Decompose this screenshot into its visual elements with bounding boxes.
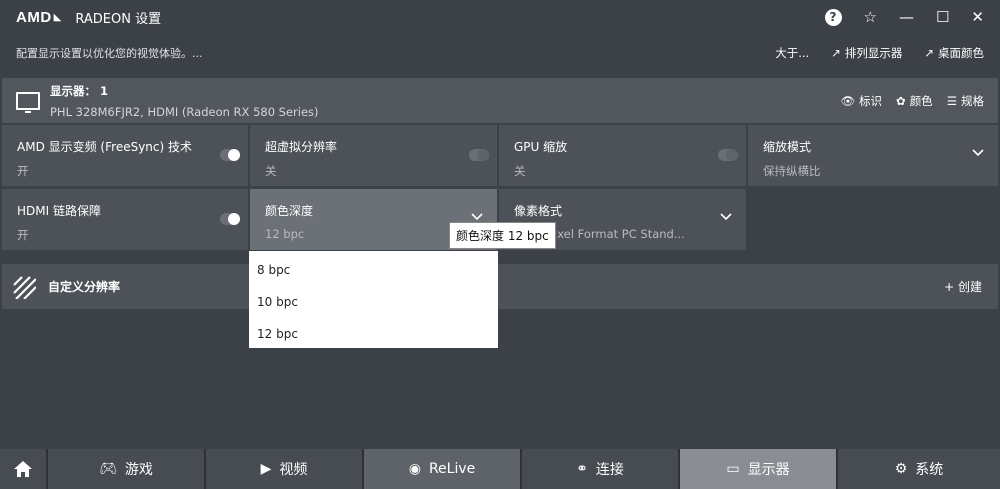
scaling-mode-tile[interactable]: 缩放模式 保持纵横比 xyxy=(748,125,998,186)
hdmi-link-tile[interactable]: HDMI 链路保障 开 xyxy=(2,189,248,250)
minimize-button[interactable]: — xyxy=(899,8,914,26)
color-label: 颜色 xyxy=(909,93,933,108)
custom-resolution-label: 自定义分辨率 xyxy=(48,280,121,294)
create-button[interactable]: + 创建 xyxy=(944,278,982,295)
tab-system[interactable]: ⚙ 系统 xyxy=(838,449,1000,489)
gpu-scaling-value: 关 xyxy=(514,164,526,178)
hdmi-link-value: 开 xyxy=(17,228,29,242)
spec-label: 规格 xyxy=(961,93,984,108)
palette-icon: ✿ xyxy=(896,93,906,108)
close-button[interactable]: ✕ xyxy=(971,8,984,26)
identify-label: 标识 xyxy=(859,93,883,108)
maximize-button[interactable]: ☐ xyxy=(936,8,949,26)
freesync-tile[interactable]: AMD 显示变频 (FreeSync) 技术 开 xyxy=(2,125,248,186)
amd-logo: AMD xyxy=(16,8,52,26)
monitor-icon xyxy=(16,91,40,113)
scaling-mode-label: 缩放模式 xyxy=(763,140,812,154)
arrange-displays-link[interactable]: ↗ 排列显示器 xyxy=(831,45,902,61)
gpu-scaling-toggle[interactable] xyxy=(718,149,738,161)
page-hint: 配置显示设置以优化您的视觉体验。... xyxy=(16,47,203,60)
hdmi-link-toggle[interactable] xyxy=(220,213,240,225)
vsr-toggle[interactable] xyxy=(469,149,489,161)
dropdown-option[interactable]: 12 bpc xyxy=(249,318,498,350)
app-title: RADEON 设置 xyxy=(75,11,162,27)
arrange-displays-label: 排列显示器 xyxy=(844,46,903,60)
connect-icon: ⚭ xyxy=(576,461,588,477)
tab-video[interactable]: ▶ 视频 xyxy=(206,449,364,489)
freesync-label: AMD 显示变频 (FreeSync) 技术 xyxy=(17,140,192,154)
tab-system-label: 系统 xyxy=(915,462,944,478)
chevron-down-icon[interactable] xyxy=(972,147,984,159)
identify-button[interactable]: 👁 标识 xyxy=(840,93,882,109)
vsr-tile[interactable]: 超虚拟分辨率 关 xyxy=(250,125,497,186)
dropdown-option[interactable]: 8 bpc xyxy=(249,254,498,286)
tab-video-label: 视频 xyxy=(279,462,308,478)
gamepad-icon: 🎮︎ xyxy=(99,461,117,477)
display-selector[interactable]: 显示器： 1 PHL 328M6FJR2, HDMI (Radeon RX 58… xyxy=(2,78,998,123)
vsr-value: 关 xyxy=(265,164,277,178)
arrow-icon: ↗ xyxy=(924,46,934,60)
sub-header: 配置显示设置以优化您的视觉体验。... 大于... ↗ 排列显示器 ↗ 桌面颜色 xyxy=(0,38,1000,68)
custom-resolution-bar[interactable]: 自定义分辨率 + 创建 xyxy=(2,264,998,309)
play-icon: ▶ xyxy=(260,461,272,477)
vsr-label: 超虚拟分辨率 xyxy=(265,140,338,154)
tab-relive[interactable]: ◉ ReLive xyxy=(364,449,522,489)
custom-resolution-icon xyxy=(13,275,36,299)
dropdown-option[interactable]: 10 bpc xyxy=(249,286,498,318)
freesync-value: 开 xyxy=(17,164,29,178)
gpu-scaling-tile[interactable]: GPU 缩放 关 xyxy=(499,125,746,186)
monitor-icon: ▭ xyxy=(726,461,740,477)
hdmi-link-label: HDMI 链路保障 xyxy=(17,204,101,218)
gpu-scaling-label: GPU 缩放 xyxy=(514,140,568,154)
scaling-mode-value: 保持纵横比 xyxy=(763,164,821,178)
desktop-color-label: 桌面颜色 xyxy=(938,46,984,60)
bottom-nav: 🎮︎ 游戏 ▶ 视频 ◉ ReLive ⚭ 连接 ▭ 显示器 ⚙ 系统 xyxy=(0,449,1000,489)
relive-icon: ◉ xyxy=(408,461,421,477)
about-link[interactable]: 大于... xyxy=(775,45,809,61)
tooltip: 颜色深度 12 bpc xyxy=(449,222,556,249)
spec-button[interactable]: ☰ 规格 xyxy=(947,93,984,109)
display-subtitle: PHL 328M6FJR2, HDMI (Radeon RX 580 Serie… xyxy=(50,104,319,119)
help-icon[interactable]: ? xyxy=(824,8,842,26)
amd-logo-arrow-icon: ◣ xyxy=(53,11,62,23)
tab-connect-label: 连接 xyxy=(595,462,624,478)
title-bar: AMD ◣ RADEON 设置 ? ☆ — ☐ ✕ xyxy=(0,0,1000,34)
color-depth-label: 颜色深度 xyxy=(265,204,314,218)
color-depth-dropdown: 8 bpc 10 bpc 12 bpc xyxy=(249,251,498,348)
tab-games-label: 游戏 xyxy=(124,462,153,478)
tab-home[interactable] xyxy=(0,449,48,489)
freesync-toggle[interactable] xyxy=(220,149,240,161)
eye-icon: 👁 xyxy=(840,93,856,108)
star-icon[interactable]: ☆ xyxy=(864,8,877,26)
list-icon: ☰ xyxy=(946,93,957,108)
settings-icon: ⚙ xyxy=(894,461,908,477)
tab-display-label: 显示器 xyxy=(747,462,790,478)
tab-games[interactable]: 🎮︎ 游戏 xyxy=(48,449,206,489)
pixel-format-label: 像素格式 xyxy=(514,204,563,218)
tab-relive-label: ReLive xyxy=(428,461,476,477)
home-icon xyxy=(14,461,32,477)
tab-display[interactable]: ▭ 显示器 xyxy=(680,449,838,489)
color-button[interactable]: ✿ 颜色 xyxy=(896,93,933,109)
tab-connect[interactable]: ⚭ 连接 xyxy=(522,449,680,489)
chevron-down-icon[interactable] xyxy=(720,211,732,223)
arrow-icon: ↗ xyxy=(831,46,841,60)
desktop-color-link[interactable]: ↗ 桌面颜色 xyxy=(924,45,984,61)
display-title: 显示器： 1 xyxy=(50,83,109,98)
